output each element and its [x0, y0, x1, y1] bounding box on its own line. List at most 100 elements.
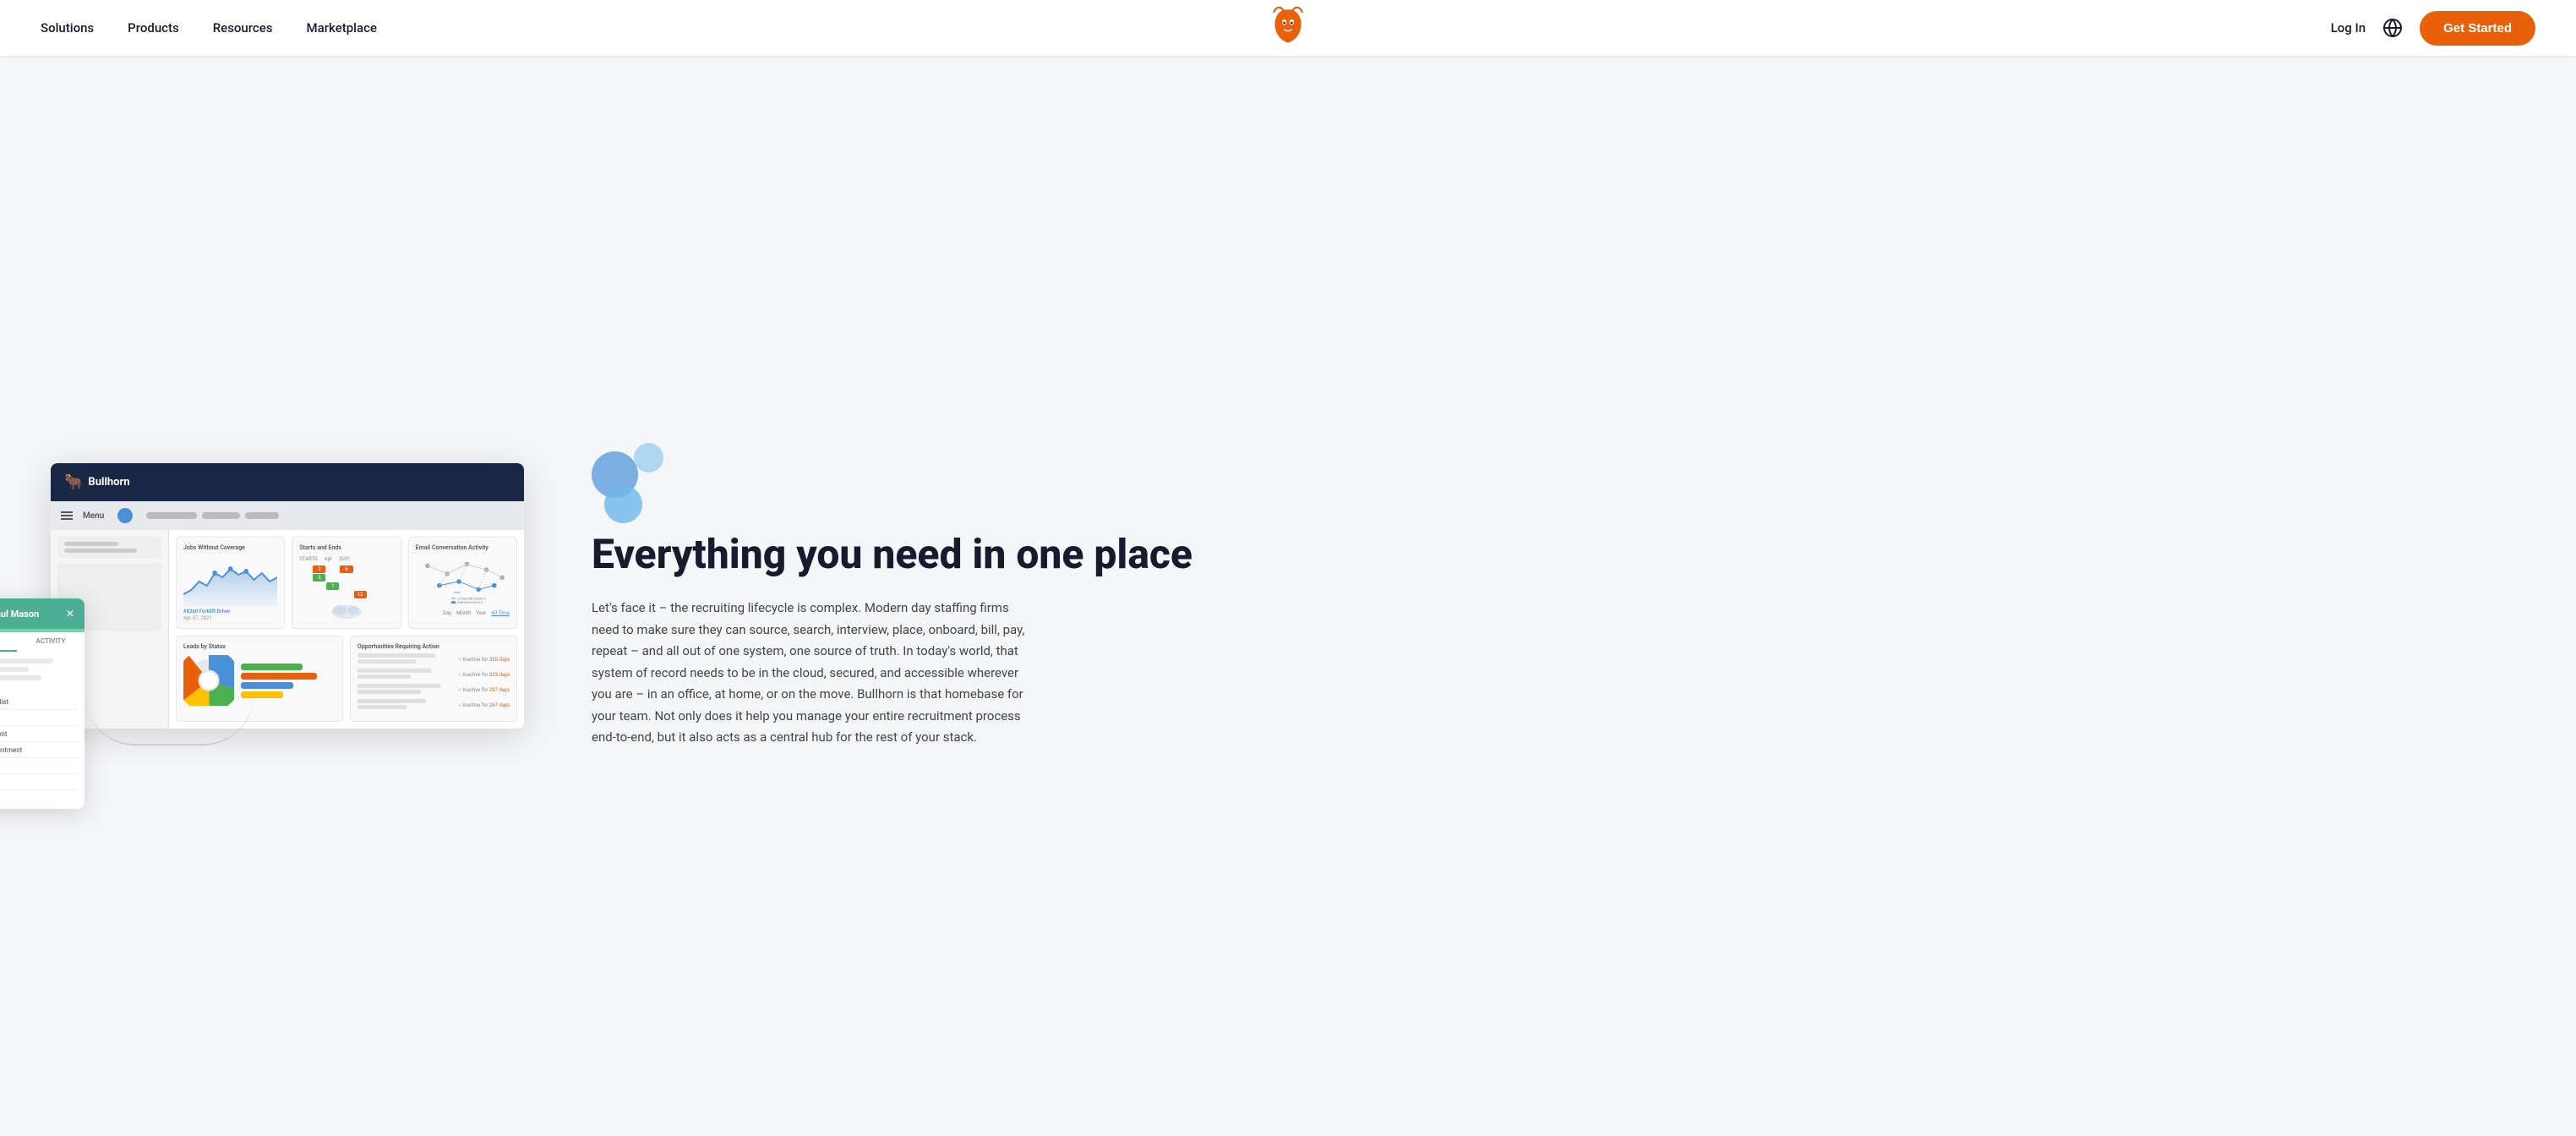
nav-tabs	[146, 512, 279, 519]
hero-icon-group	[592, 443, 2525, 511]
content-line	[0, 658, 53, 664]
tab-activity[interactable]: ACTIVITY	[17, 632, 85, 652]
floating-card: ‹ Paul Mason ✕ OVERVIEW ACTIVITY 🛒 Add S…	[0, 598, 85, 809]
dashboard-card: 🐂 Bullhorn Menu	[51, 463, 524, 729]
navbar: Solutions Products Resources Marketplace…	[0, 0, 2576, 56]
cal-day	[354, 574, 367, 582]
filter-month[interactable]: Month	[456, 610, 471, 616]
calendar-grid: 2 6 5	[299, 565, 393, 598]
content-line	[0, 667, 29, 672]
blob-3	[634, 443, 663, 472]
nav-resources[interactable]: Resources	[213, 20, 273, 36]
cal-day-1: 1	[326, 582, 339, 590]
opp-line	[357, 653, 435, 658]
cloud-shape	[299, 602, 393, 619]
cal-day	[340, 574, 352, 582]
menu-edit[interactable]: ✏ Edit	[0, 774, 78, 790]
get-started-button[interactable]: Get Started	[2420, 11, 2535, 46]
opp-status-2: ○ Inactive for 323 days	[458, 672, 510, 678]
cal-day-5: 5	[313, 574, 325, 582]
menu-label: Add Shortlist	[0, 698, 8, 706]
opp-line	[357, 699, 426, 703]
bullhorn-logo: 🐂 Bullhorn	[64, 473, 130, 491]
cal-year: 2021	[339, 556, 351, 562]
filter-alltime[interactable]: All Time	[491, 610, 510, 616]
cal-day	[299, 565, 312, 573]
nav-tab[interactable]	[146, 512, 197, 519]
opp-days-4: 267 days	[489, 702, 510, 708]
arc-decoration	[85, 695, 254, 746]
menu-add-cv[interactable]: ⊕ Add CV Sent	[0, 726, 78, 742]
opp-status-4: ○ Inactive for 267 days	[458, 702, 510, 708]
contact-name: Paul Mason	[0, 609, 39, 620]
hero-content: Everything you need in one place Let's f…	[592, 426, 2525, 766]
filter-day[interactable]: Day	[443, 610, 451, 616]
opp-days-1: 355 days	[489, 657, 510, 663]
starts-title: Starts and Ends	[299, 544, 393, 551]
calendar-widget: STARTS Apr 2021 2 6	[299, 556, 393, 598]
opp-content	[357, 653, 455, 665]
menu-add-note[interactable]: 📋 Add Note	[0, 710, 78, 726]
opp-line	[357, 674, 411, 679]
opp-status-1: ○ Inactive for 355 days	[458, 657, 510, 663]
opp-item-1: ○ Inactive for 355 days	[357, 653, 510, 665]
cal-day	[340, 591, 352, 598]
menu-text: Menu	[83, 511, 104, 521]
globe-icon[interactable]	[2382, 18, 2403, 38]
opp-line	[357, 684, 440, 688]
hero-section: ‹ Paul Mason ✕ OVERVIEW ACTIVITY 🛒 Add S…	[0, 56, 2576, 1136]
nav-left: Solutions Products Resources Marketplace	[41, 20, 377, 36]
nav-products[interactable]: Products	[128, 20, 179, 36]
jobs-chart	[183, 556, 277, 607]
nav-dot	[117, 508, 133, 523]
pie-legend-bars	[241, 664, 336, 698]
nav-marketplace[interactable]: Marketplace	[307, 20, 377, 36]
opp-days-3: 297 days	[489, 687, 510, 693]
cal-day	[368, 591, 380, 598]
filter-year[interactable]: Year	[476, 610, 486, 616]
opp-status-3: ○ Inactive for 297 days	[458, 687, 510, 693]
menu-label: Add CV Sent	[0, 730, 8, 738]
cal-day	[299, 591, 312, 598]
close-icon[interactable]: ✕	[66, 608, 74, 620]
nav-login[interactable]: Log In	[2331, 20, 2366, 36]
menu-add-appointment[interactable]: ➕ Add Appointment	[0, 742, 78, 758]
cal-day	[313, 591, 325, 598]
cal-day	[326, 591, 339, 598]
menu-bar: Menu	[51, 501, 524, 530]
cal-day	[354, 582, 367, 590]
lead-bar-2	[241, 673, 317, 680]
cal-day	[381, 582, 394, 590]
lead-bar-3	[241, 682, 293, 689]
menu-cancel[interactable]: ✕ Cancel	[0, 790, 78, 806]
opp-line	[357, 705, 407, 709]
card-tabs: OVERVIEW ACTIVITY	[0, 632, 85, 652]
cal-day	[326, 565, 339, 573]
brand-name: Bullhorn	[88, 476, 129, 489]
nav-tab[interactable]	[202, 512, 240, 519]
jobs-widget: Jobs Without Coverage	[176, 537, 285, 629]
cal-day-6: 6	[340, 565, 352, 573]
email-widget: Email Conversation Activity	[408, 537, 517, 629]
hero-body-text: Let's face it – the recruiting lifecycle…	[592, 598, 1031, 749]
job-ref: #8260 Forklift Driver	[183, 609, 277, 614]
tab-overview[interactable]: OVERVIEW	[0, 632, 17, 652]
calendar-header: STARTS Apr 2021	[299, 556, 393, 562]
cal-day	[368, 565, 380, 573]
opp-days-2: 323 days	[489, 672, 510, 678]
dashboard-preview: ‹ Paul Mason ✕ OVERVIEW ACTIVITY 🛒 Add S…	[51, 463, 541, 729]
opps-title: Opportunities Requiring Action	[357, 643, 510, 650]
nav-solutions[interactable]: Solutions	[41, 20, 94, 36]
cal-day	[368, 574, 380, 582]
nav-logo[interactable]	[1268, 6, 1308, 50]
svg-text:June: June	[453, 591, 460, 594]
menu-label: Add Appointment	[0, 746, 22, 754]
menu-add-task[interactable]: ☑ Add Task	[0, 758, 78, 774]
opp-line	[357, 669, 431, 673]
menu-add-shortlist[interactable]: 🛒 Add Shortlist	[0, 694, 78, 710]
cal-day	[326, 574, 339, 582]
hamburger-icon[interactable]	[61, 511, 73, 520]
nav-tab[interactable]	[245, 512, 279, 519]
blob-2	[604, 485, 642, 523]
card-content-lines	[0, 652, 85, 691]
